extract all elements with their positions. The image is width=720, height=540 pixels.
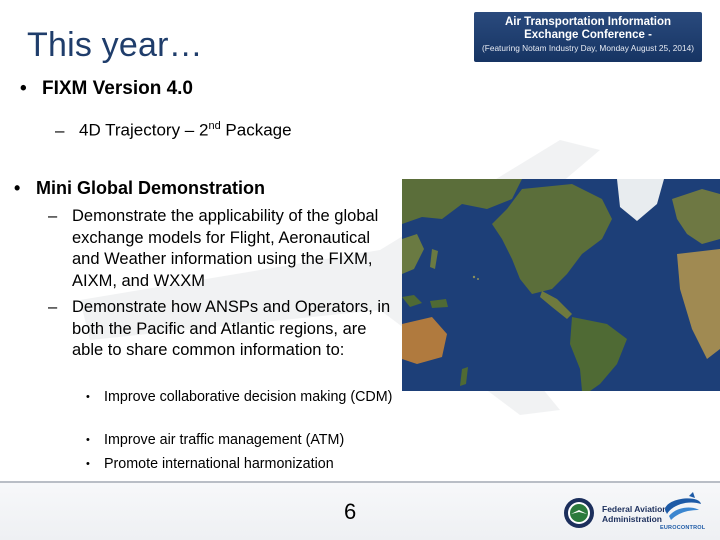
item-text: Improve collaborative decision making (C… bbox=[104, 389, 393, 405]
dash-marker: – bbox=[48, 298, 58, 316]
bullet-marker: • bbox=[86, 434, 90, 446]
faa-line-1: Federal Aviation bbox=[602, 504, 668, 514]
eurocontrol-logo-icon bbox=[665, 492, 701, 520]
eurocontrol-wordmark: EUROCONTROL bbox=[660, 525, 706, 531]
dash-marker: – bbox=[55, 120, 65, 140]
world-map-image bbox=[402, 179, 720, 391]
bullet-mini-global-demo: • Mini Global Demonstration bbox=[14, 178, 265, 199]
subbullet-text-after: Package bbox=[220, 120, 292, 140]
slide-title: This year… bbox=[27, 26, 203, 64]
page-number: 6 bbox=[344, 499, 357, 524]
subbullet-text: Demonstrate how ANSPs and Operators, in … bbox=[72, 298, 391, 360]
subbullet-text-before: 4D Trajectory – 2 bbox=[79, 120, 209, 140]
subbullet-applicability: – Demonstrate the applicability of the g… bbox=[48, 206, 393, 292]
faa-wordmark: Federal Aviation Administration bbox=[602, 504, 668, 524]
item-cdm: • Improve collaborative decision making … bbox=[86, 388, 396, 408]
item-text: Promote international harmonization bbox=[104, 456, 334, 472]
item-text: Improve air traffic management (ATM) bbox=[104, 432, 345, 448]
item-atm: • Improve air traffic management (ATM) bbox=[86, 431, 396, 451]
bullet-fixm-version: • FIXM Version 4.0 bbox=[20, 78, 193, 100]
conference-banner: Air Transportation Information Exchange … bbox=[474, 12, 702, 62]
item-harmonization: • Promote international harmonization bbox=[86, 455, 396, 475]
bullet-text: Mini Global Demonstration bbox=[36, 178, 266, 198]
faa-seal-icon bbox=[564, 498, 594, 528]
map-graphic bbox=[402, 179, 720, 391]
bullet-marker: • bbox=[86, 391, 90, 403]
subbullet-4d-trajectory: –4D Trajectory – 2nd Package bbox=[55, 120, 292, 141]
bullet-marker: • bbox=[86, 458, 90, 470]
subbullet-text: Demonstrate the applicability of the glo… bbox=[72, 207, 379, 290]
faa-line-2: Administration bbox=[602, 514, 662, 524]
banner-line-1: Air Transportation Information bbox=[504, 16, 672, 28]
subbullet-ansps-operators: – Demonstrate how ANSPs and Operators, i… bbox=[48, 297, 393, 362]
bullet-marker: • bbox=[14, 178, 21, 198]
dash-marker: – bbox=[48, 207, 58, 225]
banner-line-2: Exchange Conference - bbox=[524, 29, 652, 41]
banner-line-3: (Featuring Notam Industry Day, Monday Au… bbox=[482, 43, 694, 53]
slide: This year… Air Transportation Informatio… bbox=[0, 0, 720, 540]
bullet-text: FIXM Version 4.0 bbox=[42, 78, 193, 99]
bullet-marker: • bbox=[20, 78, 27, 99]
superscript: nd bbox=[208, 120, 221, 132]
